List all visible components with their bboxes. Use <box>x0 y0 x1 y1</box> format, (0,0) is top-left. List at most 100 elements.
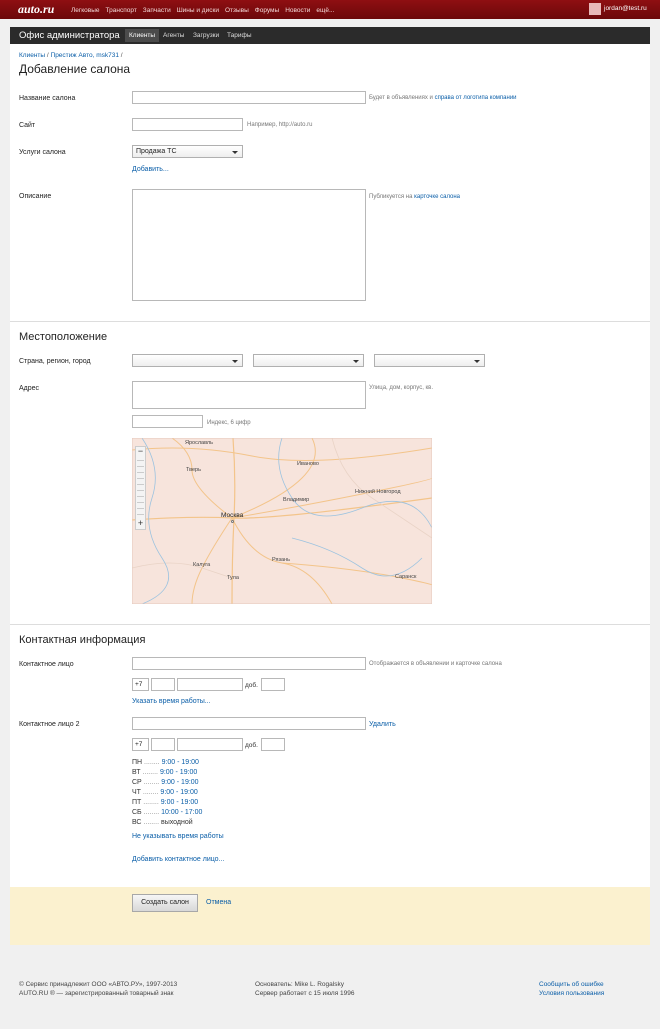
delete-contact-link[interactable]: Удалить <box>369 721 396 728</box>
top-nav: Легковые Транспорт Запчасти Шины и диски Отз… <box>71 5 340 14</box>
report-error-link[interactable]: Сообщить об ошибке <box>539 981 604 988</box>
create-salon-button[interactable]: Создать салон <box>132 894 198 912</box>
tab-uploads[interactable]: Загрузки <box>189 29 223 42</box>
phone2-ext[interactable] <box>261 738 285 751</box>
admin-title: Офис администратора <box>19 30 120 41</box>
city-select[interactable] <box>374 354 485 367</box>
top-bar: auto.ru Легковые Транспорт Запчасти Шины и … <box>0 0 660 19</box>
contact1-label: Контактное лицо <box>19 661 74 668</box>
address-label: Адрес <box>19 385 40 392</box>
schedule-time[interactable]: 9:00 - 19:00 <box>161 779 198 786</box>
contact2-input[interactable] <box>132 717 366 730</box>
breadcrumb-clients[interactable]: Клиенты <box>19 52 45 59</box>
site-hint: Например, http://auto.ru <box>247 122 313 128</box>
salon-name-label: Название салона <box>19 95 76 102</box>
address-hint: Улица, дом, корпус, кв. <box>369 385 434 391</box>
chevron-down-icon <box>474 360 480 363</box>
description-label: Описание <box>19 193 52 200</box>
top-nav-item-forums[interactable]: Форумы <box>255 7 279 14</box>
phone2-country-code[interactable]: +7 <box>132 738 149 751</box>
description-hint: Публикуется на карточке салона <box>369 194 460 200</box>
schedule-row-sat: СБ ........ 10:00 - 17:00 <box>132 809 203 816</box>
logo[interactable]: auto.ru <box>18 2 54 17</box>
description-textarea[interactable] <box>132 189 366 301</box>
tab-agents[interactable]: Агенты <box>159 29 188 42</box>
logo-right-link[interactable]: справа от логотипа компании <box>435 95 517 101</box>
phone1-area-code[interactable] <box>151 678 175 691</box>
phone1-ext-label: доб. <box>245 682 258 689</box>
divider <box>10 624 650 625</box>
work-time-link[interactable]: Указать время работы... <box>132 698 211 705</box>
map-city-saransk: Саранск <box>395 574 417 580</box>
schedule-time[interactable]: 9:00 - 19:00 <box>160 769 197 776</box>
location-title: Местоположение <box>19 331 108 343</box>
top-nav-item-parts[interactable]: Запчасти <box>143 7 171 14</box>
divider <box>10 321 650 322</box>
cancel-link[interactable]: Отмена <box>206 899 231 906</box>
schedule-time[interactable]: 10:00 - 17:00 <box>161 809 202 816</box>
map-city-moscow: Москва <box>221 512 244 519</box>
phone1-number[interactable] <box>177 678 243 691</box>
contact1-input[interactable] <box>132 657 366 670</box>
schedule-row-fri: ПТ ........ 9:00 - 19:00 <box>132 799 199 806</box>
services-label: Услуги салона <box>19 149 66 156</box>
user-email[interactable]: jordan@test.ru <box>604 5 647 12</box>
breadcrumb-salon[interactable]: Престиж Авто, msk731 <box>51 52 119 59</box>
schedule-row-mon: ПН ........ 9:00 - 19:00 <box>132 759 199 766</box>
map-city-ryazan: Рязань <box>272 557 290 563</box>
phone2-area-code[interactable] <box>151 738 175 751</box>
phone1-ext[interactable] <box>261 678 285 691</box>
top-nav-item-reviews[interactable]: Отзывы <box>225 7 249 14</box>
avatar[interactable] <box>589 3 601 15</box>
region-select[interactable] <box>253 354 364 367</box>
map-marker <box>231 520 234 523</box>
top-nav-item-more[interactable]: ещё... <box>316 7 334 14</box>
address-textarea[interactable] <box>132 381 366 409</box>
site-label: Сайт <box>19 122 36 129</box>
schedule-time[interactable]: выходной <box>161 819 193 826</box>
zoom-out-icon[interactable]: − <box>136 447 145 456</box>
action-band <box>10 887 650 945</box>
chevron-down-icon <box>232 151 238 154</box>
zoom-in-icon[interactable]: + <box>136 519 145 528</box>
admin-bar: Офис администратора Клиенты Агенты Загру… <box>10 27 650 44</box>
breadcrumb: Клиенты / Престиж Авто, msk731 / <box>19 52 123 59</box>
chevron-down-icon <box>232 360 238 363</box>
schedule-time[interactable]: 9:00 - 19:00 <box>161 799 198 806</box>
chevron-down-icon <box>353 360 359 363</box>
phone1-country-code[interactable]: +7 <box>132 678 149 691</box>
add-contact-link[interactable]: Добавить контактное лицо... <box>132 856 224 863</box>
map-roads <box>132 438 432 604</box>
map-city-kaluga: Калуга <box>193 562 211 568</box>
index-hint: Индекс, 6 цифр <box>207 420 251 426</box>
top-nav-item-news[interactable]: Новости <box>285 7 310 14</box>
schedule-row-tue: ВТ ........ 9:00 - 19:00 <box>132 769 198 776</box>
site-input[interactable] <box>132 118 243 131</box>
footer-founder: Основатель: Mike L. Rogalsky <box>255 981 344 988</box>
phone2-number[interactable] <box>177 738 243 751</box>
tab-clients[interactable]: Клиенты <box>125 29 160 42</box>
no-work-time-link[interactable]: Не указывать время работы <box>132 833 224 840</box>
top-nav-item-cars[interactable]: Легковые <box>71 7 100 14</box>
add-service-link[interactable]: Добавить... <box>132 166 169 173</box>
footer-copyright: © Сервис принадлежит ООО «АВТО.РУ», 1997… <box>19 981 178 988</box>
map-city-ivanovo: Иваново <box>297 461 319 467</box>
schedule-time[interactable]: 9:00 - 19:00 <box>162 759 199 766</box>
services-select[interactable]: Продажа ТС <box>132 145 243 158</box>
contacts-title: Контактная информация <box>19 634 146 646</box>
country-select[interactable] <box>132 354 243 367</box>
salon-name-hint: Будет в объявлениях и справа от логотипа… <box>369 95 517 101</box>
index-input[interactable] <box>132 415 203 428</box>
top-nav-item-transport[interactable]: Транспорт <box>106 7 137 14</box>
salon-card-link[interactable]: карточке салона <box>414 194 460 200</box>
salon-name-input[interactable] <box>132 91 366 104</box>
schedule-time[interactable]: 9:00 - 19:00 <box>160 789 197 796</box>
tab-tariffs[interactable]: Тарифы <box>223 29 256 42</box>
terms-link[interactable]: Условия пользования <box>539 990 604 997</box>
schedule-row-thu: ЧТ ........ 9:00 - 19:00 <box>132 789 198 796</box>
top-nav-item-tires[interactable]: Шины и диски <box>177 7 219 14</box>
footer-trademark: AUTO.RU ® — зарегистрированный товарный … <box>19 990 174 997</box>
page-title: Добавление салона <box>19 62 131 76</box>
contact2-label: Контактное лицо 2 <box>19 721 80 728</box>
map[interactable] <box>132 438 432 604</box>
